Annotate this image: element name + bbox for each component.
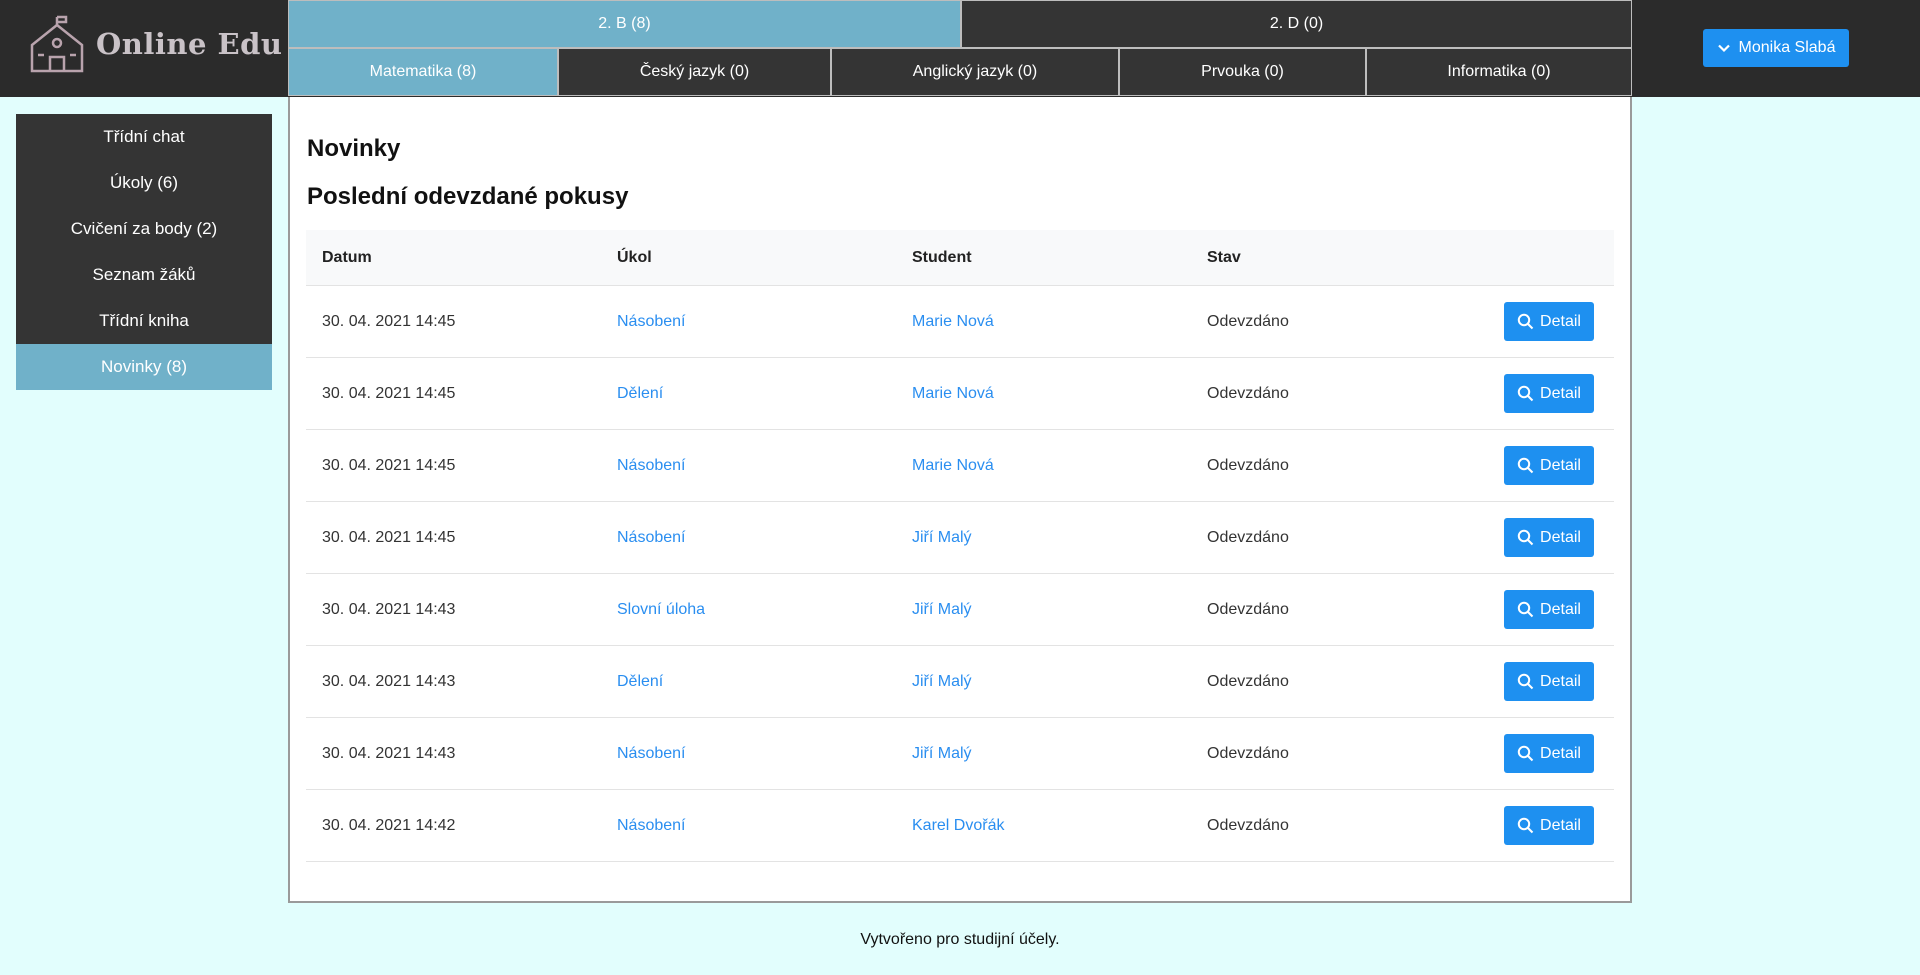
- detail-label: Detail: [1540, 600, 1581, 618]
- subject-tab-matematika[interactable]: Matematika (8): [288, 48, 558, 96]
- detail-label: Detail: [1540, 384, 1581, 402]
- detail-label: Detail: [1540, 456, 1581, 474]
- row-status: Odevzdáno: [1207, 600, 1289, 618]
- table-row: 30. 04. 2021 14:45 Násobení Marie Nová O…: [306, 430, 1614, 502]
- student-link[interactable]: Marie Nová: [912, 385, 994, 402]
- sidebar-item-ukoly[interactable]: Úkoly (6): [16, 160, 272, 206]
- task-link[interactable]: Násobení: [617, 529, 686, 546]
- detail-label: Detail: [1540, 528, 1581, 546]
- subject-tab-informatika[interactable]: Informatika (0): [1366, 48, 1632, 96]
- table-row: 30. 04. 2021 14:42 Násobení Karel Dvořák…: [306, 790, 1614, 862]
- user-name: Monika Slabá: [1738, 39, 1836, 56]
- search-icon: [1517, 601, 1534, 618]
- student-link[interactable]: Marie Nová: [912, 313, 994, 330]
- student-link[interactable]: Karel Dvořák: [912, 817, 1004, 834]
- detail-button[interactable]: Detail: [1504, 806, 1594, 845]
- search-icon: [1517, 817, 1534, 834]
- detail-button[interactable]: Detail: [1504, 590, 1594, 629]
- sidebar-item-cviceni-za-body[interactable]: Cvičení za body (2): [16, 206, 272, 252]
- detail-button[interactable]: Detail: [1504, 446, 1594, 485]
- row-date: 30. 04. 2021 14:45: [322, 384, 456, 402]
- table-row: 30. 04. 2021 14:43 Násobení Jiří Malý Od…: [306, 718, 1614, 790]
- subject-tab-anglicky-jazyk[interactable]: Anglický jazyk (0): [831, 48, 1119, 96]
- table-header: Datum Úkol Student Stav: [306, 230, 1614, 286]
- student-link[interactable]: Jiří Malý: [912, 601, 972, 618]
- task-link[interactable]: Násobení: [617, 457, 686, 474]
- submissions-table: Datum Úkol Student Stav 30. 04. 2021 14:…: [306, 230, 1614, 862]
- detail-button[interactable]: Detail: [1504, 374, 1594, 413]
- chevron-down-icon: [1717, 44, 1730, 53]
- detail-button[interactable]: Detail: [1504, 518, 1594, 557]
- row-date: 30. 04. 2021 14:43: [322, 672, 456, 690]
- search-icon: [1517, 313, 1534, 330]
- task-link[interactable]: Násobení: [617, 313, 686, 330]
- search-icon: [1517, 673, 1534, 690]
- header-student: Student: [912, 248, 972, 266]
- search-icon: [1517, 457, 1534, 474]
- sidebar-item-seznam-zaku[interactable]: Seznam žáků: [16, 252, 272, 298]
- row-date: 30. 04. 2021 14:45: [322, 456, 456, 474]
- row-status: Odevzdáno: [1207, 528, 1289, 546]
- row-date: 30. 04. 2021 14:43: [322, 744, 456, 762]
- row-status: Odevzdáno: [1207, 816, 1289, 834]
- sidebar-item-tridni-kniha[interactable]: Třídní kniha: [16, 298, 272, 344]
- row-date: 30. 04. 2021 14:42: [322, 816, 456, 834]
- sidebar-item-novinky[interactable]: Novinky (8): [16, 344, 272, 390]
- search-icon: [1517, 745, 1534, 762]
- search-icon: [1517, 385, 1534, 402]
- table-row: 30. 04. 2021 14:45 Dělení Marie Nová Ode…: [306, 358, 1614, 430]
- task-link[interactable]: Násobení: [617, 745, 686, 762]
- detail-label: Detail: [1540, 816, 1581, 834]
- row-date: 30. 04. 2021 14:43: [322, 600, 456, 618]
- detail-button[interactable]: Detail: [1504, 662, 1594, 701]
- class-tab-2b[interactable]: 2. B (8): [288, 0, 961, 48]
- row-date: 30. 04. 2021 14:45: [322, 312, 456, 330]
- footer: Vytvořeno pro studijní účely.: [0, 905, 1920, 975]
- row-status: Odevzdáno: [1207, 744, 1289, 762]
- task-link[interactable]: Dělení: [617, 673, 663, 690]
- footer-text: Vytvořeno pro studijní účely.: [860, 931, 1060, 948]
- student-link[interactable]: Jiří Malý: [912, 529, 972, 546]
- logo[interactable]: Online Edu: [26, 14, 286, 74]
- student-link[interactable]: Marie Nová: [912, 457, 994, 474]
- main-panel: Novinky Poslední odevzdané pokusy Datum …: [288, 97, 1632, 903]
- row-date: 30. 04. 2021 14:45: [322, 528, 456, 546]
- user-menu-button[interactable]: Monika Slabá: [1703, 29, 1849, 67]
- sidebar: Třídní chat Úkoly (6) Cvičení za body (2…: [16, 114, 272, 390]
- detail-button[interactable]: Detail: [1504, 302, 1594, 341]
- row-status: Odevzdáno: [1207, 456, 1289, 474]
- subject-tab-prvouka[interactable]: Prvouka (0): [1119, 48, 1366, 96]
- student-link[interactable]: Jiří Malý: [912, 745, 972, 762]
- header-ukol: Úkol: [617, 248, 652, 266]
- detail-label: Detail: [1540, 744, 1581, 762]
- header-datum: Datum: [322, 248, 372, 266]
- subject-tab-cesky-jazyk[interactable]: Český jazyk (0): [558, 48, 831, 96]
- row-status: Odevzdáno: [1207, 384, 1289, 402]
- detail-label: Detail: [1540, 672, 1581, 690]
- row-status: Odevzdáno: [1207, 312, 1289, 330]
- table-row: 30. 04. 2021 14:43 Slovní úloha Jiří Mal…: [306, 574, 1614, 646]
- row-status: Odevzdáno: [1207, 672, 1289, 690]
- student-link[interactable]: Jiří Malý: [912, 673, 972, 690]
- table-row: 30. 04. 2021 14:45 Násobení Marie Nová O…: [306, 286, 1614, 358]
- table-row: 30. 04. 2021 14:43 Dělení Jiří Malý Odev…: [306, 646, 1614, 718]
- task-link[interactable]: Násobení: [617, 817, 686, 834]
- header-stav: Stav: [1207, 248, 1241, 266]
- school-building-icon: [30, 15, 84, 73]
- search-icon: [1517, 529, 1534, 546]
- task-link[interactable]: Slovní úloha: [617, 601, 705, 618]
- table-row: 30. 04. 2021 14:45 Násobení Jiří Malý Od…: [306, 502, 1614, 574]
- section-title: Poslední odevzdané pokusy: [307, 183, 629, 210]
- page-title: Novinky: [307, 135, 401, 162]
- task-link[interactable]: Dělení: [617, 385, 663, 402]
- table-body: 30. 04. 2021 14:45 Násobení Marie Nová O…: [306, 286, 1614, 862]
- sidebar-item-tridni-chat[interactable]: Třídní chat: [16, 114, 272, 160]
- class-tab-2d[interactable]: 2. D (0): [961, 0, 1632, 48]
- logo-text: Online Edu: [96, 27, 283, 61]
- detail-button[interactable]: Detail: [1504, 734, 1594, 773]
- top-header: Online Edu 2. B (8) 2. D (0) Matematika …: [0, 0, 1920, 97]
- detail-label: Detail: [1540, 312, 1581, 330]
